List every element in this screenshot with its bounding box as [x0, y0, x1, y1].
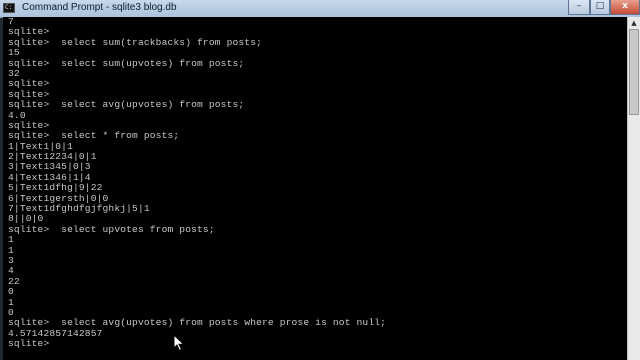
- console-line: 1: [8, 244, 14, 256]
- console-line: 4: [8, 265, 14, 277]
- console-icon[interactable]: C:: [3, 3, 15, 13]
- maximize-button[interactable]: □: [590, 0, 610, 15]
- minimize-button[interactable]: –: [568, 0, 590, 15]
- console-line: sqlite> select sum(upvotes) from posts;: [8, 57, 245, 69]
- console-line: 32: [8, 67, 20, 79]
- console-line: 1: [8, 234, 14, 246]
- vertical-scrollbar[interactable]: ▲: [627, 17, 640, 360]
- window-title: Command Prompt - sqlite3 blog.db: [22, 2, 177, 13]
- close-button[interactable]: x: [610, 0, 640, 15]
- console-line: sqlite>: [8, 78, 50, 90]
- console-line: 1: [8, 296, 14, 308]
- scroll-up-arrow-icon[interactable]: ▲: [628, 17, 640, 29]
- console-line: 3: [8, 254, 14, 266]
- console-line: 22: [8, 275, 20, 287]
- console-line: 4.0: [8, 109, 26, 121]
- console-output-area[interactable]: 7 sqlite> sqlite> select sum(trackbacks) f…: [3, 17, 627, 360]
- scrollbar-thumb[interactable]: [629, 29, 639, 115]
- mouse-pointer-icon: [173, 334, 185, 352]
- console-line: sqlite> select avg(upvotes) from posts;: [8, 99, 245, 111]
- console-lines: 7 sqlite> sqlite> select sum(trackbacks) f…: [8, 17, 386, 350]
- console-line: 7|Text1dfghdfgjfghkj|5|1: [8, 203, 150, 215]
- console-line: 4.57142857142857: [8, 327, 103, 339]
- console-line: sqlite> select upvotes from posts;: [8, 223, 215, 235]
- console-line: 0: [8, 286, 14, 298]
- console-line: 15: [8, 47, 20, 59]
- console-line: sqlite>: [8, 338, 50, 350]
- title-bar[interactable]: C: Command Prompt - sqlite3 blog.db – □ …: [0, 0, 640, 18]
- command-prompt-window: C: Command Prompt - sqlite3 blog.db – □ …: [0, 0, 640, 360]
- console-line: 7: [8, 17, 14, 27]
- console-line: sqlite> select sum(trackbacks) from post…: [8, 36, 263, 48]
